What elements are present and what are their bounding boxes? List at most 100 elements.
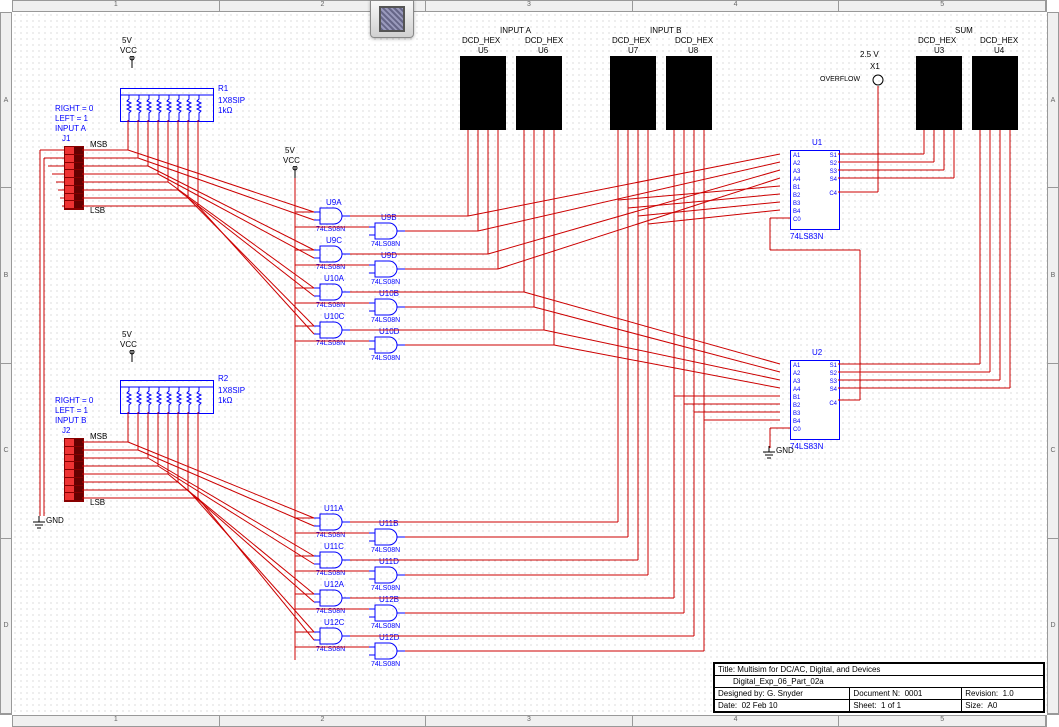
u11d-part: 74LS08N [371, 585, 400, 592]
gate-u12c[interactable] [320, 628, 348, 644]
u10a-ref: U10A [324, 274, 344, 283]
u2-ref: U2 [812, 348, 822, 357]
u10b-part: 74LS08N [371, 317, 400, 324]
gate-u10b[interactable] [375, 299, 403, 315]
vcc-icon [126, 56, 138, 74]
r1-ref: R1 [218, 84, 228, 93]
input-b-right0: RIGHT = 0 [55, 396, 93, 405]
subtitle-text: Digital_Exp_06_Part_02a [733, 677, 824, 686]
resistor-network-r1[interactable] [120, 88, 214, 122]
docn-text: 0001 [905, 689, 923, 698]
hex-display-u3[interactable] [916, 56, 962, 130]
probe-icon[interactable] [872, 74, 884, 88]
u12a-ref: U12A [324, 580, 344, 589]
gate-u11c[interactable] [320, 552, 348, 568]
vcc-5v-label-3: 5V [122, 330, 132, 339]
gate-u9c[interactable] [320, 246, 348, 262]
u11c-ref: U11C [324, 542, 344, 551]
dcdhex-u5-type: DCD_HEX [462, 36, 500, 45]
dcdhex-u7-type: DCD_HEX [612, 36, 650, 45]
u12d-ref: U12D [379, 633, 399, 642]
u11a-part: 74LS08N [316, 532, 345, 539]
u11b-part: 74LS08N [371, 547, 400, 554]
chip-u2[interactable]: A1 A2 A3 A4 B1 B2 B3 B4 C0 S1 S2 S3 S4 C… [790, 360, 840, 440]
gate-u10a[interactable] [320, 284, 348, 300]
u11d-ref: U11D [379, 557, 399, 566]
input-b-disp-title: INPUT B [650, 26, 681, 35]
u10b-ref: U10B [379, 289, 399, 298]
lsb-label: LSB [90, 206, 105, 215]
input-a-right0: RIGHT = 0 [55, 104, 93, 113]
gate-u12a[interactable] [320, 590, 348, 606]
u12b-ref: U12B [379, 595, 399, 604]
dip-switch-j1[interactable] [64, 146, 84, 210]
u12b-part: 74LS08N [371, 623, 400, 630]
gnd-label: GND [46, 516, 64, 525]
schematic-canvas[interactable]: 1 2 3 4 5 1 2 3 4 5 A B C D A B C D 5V V… [0, 0, 1059, 727]
u10d-part: 74LS08N [371, 355, 400, 362]
r2-value: 1kΩ [218, 396, 232, 405]
u9d-part: 74LS08N [371, 279, 400, 286]
ruler-left: A B C D [0, 12, 12, 715]
dcdhex-u6-type: DCD_HEX [525, 36, 563, 45]
r2-type: 1X8SIP [218, 386, 245, 395]
dip-switch-j2[interactable] [64, 438, 84, 502]
chip-u1[interactable]: A1 A2 A3 A4 B1 B2 B3 B4 C0 S1 S2 S3 S4 C… [790, 150, 840, 230]
u9c-ref: U9C [326, 236, 342, 245]
date-text: 02 Feb 10 [742, 701, 778, 710]
u9a-part: 74LS08N [316, 226, 345, 233]
toolbar-button[interactable] [370, 0, 414, 38]
dcdhex-u4-type: DCD_HEX [980, 36, 1018, 45]
hex-display-u8[interactable] [666, 56, 712, 130]
title-block: Title: Multisim for DC/AC, Digital, and … [713, 662, 1045, 713]
u11c-part: 74LS08N [316, 570, 345, 577]
r1-type: 1X8SIP [218, 96, 245, 105]
u9b-ref: U9B [381, 213, 397, 222]
vcc-5v-label: 5V [122, 36, 132, 45]
input-b-title: INPUT B [55, 416, 86, 425]
r1-value: 1kΩ [218, 106, 232, 115]
hex-display-u5[interactable] [460, 56, 506, 130]
u1-part: 74LS83N [790, 232, 823, 241]
gate-u12d[interactable] [375, 643, 403, 659]
title-label: Title: [718, 665, 735, 674]
rev-text: 1.0 [1003, 689, 1014, 698]
u11b-ref: U11B [379, 519, 398, 528]
sheet-text: 1 of 1 [881, 701, 901, 710]
vcc-5v-label-2: 5V [285, 146, 295, 155]
gate-u9a[interactable] [320, 208, 348, 224]
ruler-right: A B C D [1047, 12, 1059, 715]
gate-u9b[interactable] [375, 223, 403, 239]
u12d-part: 74LS08N [371, 661, 400, 668]
u5-ref: U5 [478, 46, 488, 55]
designer-text: G. Snyder [767, 689, 803, 698]
u1-ref: U1 [812, 138, 822, 147]
u12c-ref: U12C [324, 618, 344, 627]
gnd-icon-2 [762, 446, 776, 462]
u8-ref: U8 [688, 46, 698, 55]
probe-voltage: 2.5 V [860, 50, 879, 59]
vcc-icon [289, 166, 301, 184]
dcdhex-u3-type: DCD_HEX [918, 36, 956, 45]
hex-display-u7[interactable] [610, 56, 656, 130]
size-text: A0 [988, 701, 998, 710]
gate-u9d[interactable] [375, 261, 403, 277]
design-label: Designed by: [718, 689, 765, 698]
hex-display-u4[interactable] [972, 56, 1018, 130]
title-text: Multisim for DC/AC, Digital, and Devices [737, 665, 880, 674]
gate-u12b[interactable] [375, 605, 403, 621]
gate-u11a[interactable] [320, 514, 348, 530]
date-label: Date: [718, 701, 737, 710]
input-b-left1: LEFT = 1 [55, 406, 88, 415]
gate-u11d[interactable] [375, 567, 403, 583]
j1-ref: J1 [62, 134, 70, 143]
vcc-label-3: VCC [120, 340, 137, 349]
gate-u11b[interactable] [375, 529, 403, 545]
j2-ref: J2 [62, 426, 70, 435]
resistor-network-r2[interactable] [120, 380, 214, 414]
gate-u10d[interactable] [375, 337, 403, 353]
rev-label: Revision: [965, 689, 998, 698]
gate-u10c[interactable] [320, 322, 348, 338]
hex-display-u6[interactable] [516, 56, 562, 130]
u7-ref: U7 [628, 46, 638, 55]
